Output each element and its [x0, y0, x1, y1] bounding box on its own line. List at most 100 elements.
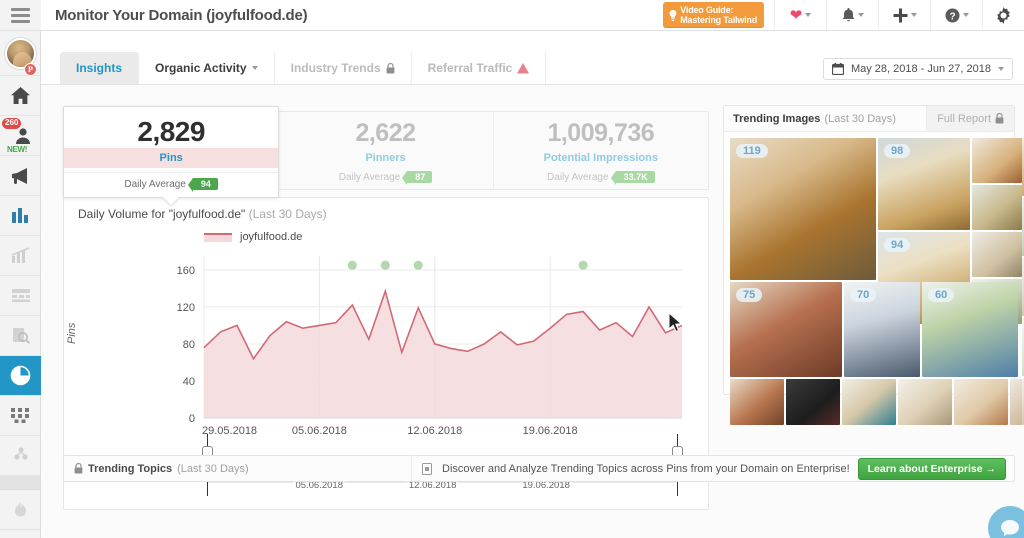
- active-card-pointer: [163, 197, 180, 205]
- tab-industry-trends-label: Industry Trends: [290, 61, 381, 75]
- sidebar-item-tiles[interactable]: [0, 396, 41, 436]
- video-guide-button[interactable]: Video Guide: Mastering Tailwind: [663, 1, 764, 29]
- tab-insights[interactable]: Insights: [60, 52, 140, 84]
- stat-card-pins-average: Daily Average 94: [64, 172, 279, 192]
- tab-referral-traffic-label: Referral Traffic: [427, 61, 513, 75]
- trending-image-tile[interactable]: 75: [730, 282, 842, 377]
- sidebar-divider: [0, 476, 40, 490]
- pinterest-badge-icon: P: [24, 63, 37, 76]
- stat-card-impressions-average: Daily Average 33.7K: [494, 167, 708, 185]
- legend-label: joyfulfood.de: [240, 231, 303, 243]
- sidebar-item-share[interactable]: [0, 436, 41, 476]
- sidebar-item-domain[interactable]: [0, 356, 41, 396]
- notifications-menu-button[interactable]: [826, 0, 878, 31]
- tab-referral-traffic[interactable]: Referral Traffic: [412, 52, 547, 84]
- chart-svg: 0 40 80 120 160 29.05.2018 05.06.2018 12.06.201…: [177, 256, 683, 437]
- stat-card-pins-average-label: Daily Average: [124, 178, 186, 190]
- sidebar-item-tribes[interactable]: 260 NEW!: [0, 116, 41, 156]
- trending-image-tile[interactable]: [730, 379, 784, 425]
- globe-pie-icon: [10, 365, 31, 386]
- video-guide-line2: Mastering Tailwind: [680, 15, 757, 25]
- chart-y-tick: 80: [183, 339, 195, 351]
- trending-image-tile[interactable]: 70: [844, 282, 920, 377]
- trending-image-badge: 60: [928, 288, 955, 302]
- trending-images-header: Trending Images (Last 30 Days) Full Repo…: [724, 106, 1014, 132]
- tab-bar: Insights Organic Activity Industry Trend…: [41, 31, 1024, 85]
- trending-image-tile[interactable]: [1010, 379, 1022, 425]
- summary-cards: 2,829 Pins Daily Average 94 2,622 Pinner…: [63, 106, 709, 205]
- tab-organic-activity[interactable]: Organic Activity: [139, 52, 275, 84]
- settings-button[interactable]: [982, 0, 1024, 31]
- trending-image-tile[interactable]: 119: [730, 138, 876, 280]
- stat-card-pinners-average-label: Daily Average: [338, 171, 401, 183]
- chart-plot-area[interactable]: Pins 0 40 80 120 160 29.05.2018 05.06.2018 12.0…: [64, 246, 710, 446]
- trending-image-tile[interactable]: [898, 379, 952, 425]
- learn-about-enterprise-button[interactable]: Learn about Enterprise →: [857, 457, 1006, 480]
- sidebar-item-analytics[interactable]: [0, 196, 41, 236]
- trending-image-tile[interactable]: 98: [878, 138, 970, 230]
- trending-images-title-wrap: Trending Images (Last 30 Days): [724, 106, 926, 131]
- top-bar: Monitor Your Domain (joyfulfood.de) Vide…: [41, 0, 1024, 31]
- tab-industry-trends[interactable]: Industry Trends: [275, 52, 412, 84]
- top-bar-actions: Video Guide: Mastering Tailwind ❤ ?: [663, 0, 1024, 31]
- sidebar-item-home[interactable]: [0, 76, 41, 116]
- trending-image-badge: 70: [850, 288, 877, 302]
- chart-x-tick: 19.06.2018: [523, 425, 578, 437]
- chart-y-tick: 160: [177, 265, 195, 277]
- chart-x-tick: 12.06.2018: [407, 425, 462, 437]
- chevron-down-icon: [805, 13, 812, 17]
- chart-title: Daily Volume for "joyfulfood.de" (Last 3…: [64, 198, 708, 221]
- stat-card-pins-average-chip: 94: [187, 178, 218, 192]
- chart-y-tick: 0: [189, 413, 195, 425]
- chart-legend[interactable]: joyfulfood.de: [204, 231, 302, 243]
- full-report-label: Full Report: [937, 112, 991, 125]
- chevron-down-icon: [962, 13, 969, 17]
- question-mark-icon: ?: [945, 8, 959, 22]
- chart-x-tick: 05.06.2018: [292, 425, 347, 437]
- sidebar-item-grid[interactable]: [0, 530, 41, 538]
- help-menu-button[interactable]: ?: [930, 0, 982, 31]
- trending-image-tile[interactable]: 60: [922, 282, 1018, 377]
- stat-card-pins[interactable]: 2,829 Pins Daily Average 94: [63, 106, 280, 205]
- trending-topics-subtitle: (Last 30 Days): [177, 462, 249, 475]
- stat-card-impressions-average-chip: 33.7K: [610, 171, 655, 185]
- chart-y-tick: 120: [177, 302, 195, 314]
- trending-image-tile[interactable]: [972, 185, 1022, 230]
- chart-event-marker: [413, 260, 423, 270]
- date-range-picker[interactable]: May 28, 2018 - Jun 27, 2018: [822, 58, 1013, 80]
- bar-chart-icon: [11, 208, 28, 223]
- chevron-down-icon: [910, 13, 917, 17]
- svg-text:?: ?: [949, 11, 955, 22]
- trending-image-badge: 94: [884, 238, 911, 252]
- sidebar-item-boards[interactable]: [0, 276, 41, 316]
- stat-card-pinners[interactable]: 2,622 Pinners Daily Average 87: [278, 112, 494, 189]
- mouse-cursor-icon: [668, 312, 683, 333]
- chart-title-main: Daily Volume for "joyfulfood.de": [78, 207, 246, 221]
- chart-y-axis-label: Pins: [66, 322, 78, 344]
- trending-image-tile[interactable]: [786, 379, 840, 425]
- trending-image-tile[interactable]: [972, 232, 1022, 277]
- flame-icon: [15, 502, 26, 517]
- trending-image-tile[interactable]: [842, 379, 896, 425]
- full-report-button[interactable]: Full Report: [926, 106, 1014, 131]
- sidebar-item-promote[interactable]: [0, 156, 41, 196]
- create-menu-button[interactable]: [878, 0, 930, 31]
- chevron-down-icon: [251, 66, 258, 70]
- chart-y-tick: 40: [183, 376, 195, 388]
- user-avatar-button[interactable]: P: [0, 31, 40, 76]
- megaphone-icon: [11, 167, 27, 184]
- chat-widget-button[interactable]: [988, 506, 1024, 538]
- sidebar-item-popular[interactable]: [0, 490, 41, 530]
- hamburger-menu-button[interactable]: [0, 0, 41, 31]
- trending-topics-bar: Trending Topics (Last 30 Days) Discover …: [63, 455, 1015, 482]
- sidebar-item-trends[interactable]: [0, 236, 41, 276]
- sidebar-item-inspect[interactable]: [0, 316, 41, 356]
- trending-image-tile[interactable]: [954, 379, 1008, 425]
- chart-x-tick: 29.05.2018: [202, 425, 257, 437]
- favorites-menu-button[interactable]: ❤: [774, 0, 826, 31]
- trending-image-tile[interactable]: [972, 138, 1022, 183]
- stat-card-potential-impressions[interactable]: 1,009,736 Potential Impressions Daily Av…: [494, 112, 708, 189]
- lock-icon: [386, 62, 395, 73]
- chart-area-fill: [204, 291, 682, 418]
- tab-organic-activity-label: Organic Activity: [155, 61, 247, 75]
